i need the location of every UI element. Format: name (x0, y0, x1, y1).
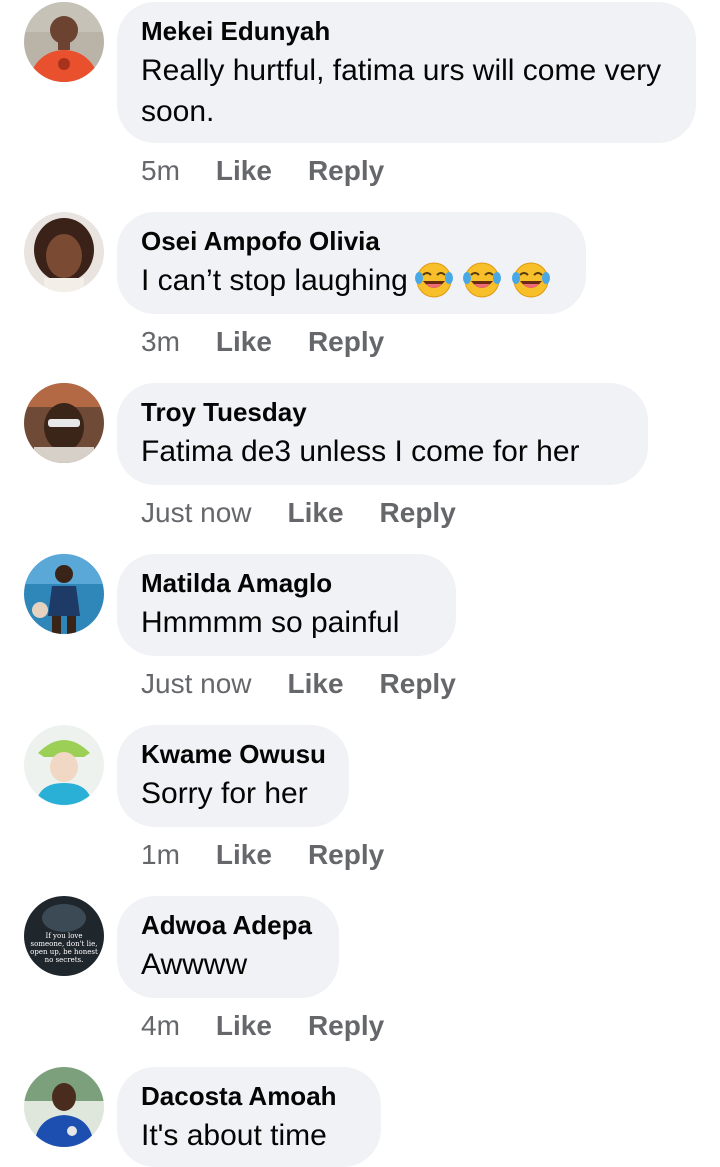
comment-meta: 3m Like Reply (141, 326, 420, 358)
comment-text: Hmmmm so painful (141, 606, 400, 639)
comment-bubble: Kwame Owusu Sorry for her (117, 725, 349, 827)
avatar[interactable] (24, 212, 104, 292)
comment-timestamp[interactable]: Just now (141, 668, 252, 700)
comment-text: Awwww (141, 948, 248, 981)
comment-bubble: Matilda Amaglo Hmmmm so painful (117, 554, 456, 656)
face-with-tears-of-joy-icon (511, 262, 550, 298)
avatar[interactable]: If you love someone, don't lie, open up,… (24, 896, 104, 976)
svg-text:open up, be honest: open up, be honest (30, 948, 98, 956)
like-button[interactable]: Like (288, 497, 344, 529)
comment-text: It's about time (141, 1119, 327, 1152)
comment-bubble: Dacosta Amoah It's about time (117, 1067, 381, 1167)
reply-button[interactable]: Reply (380, 668, 456, 700)
emoji-group (414, 258, 551, 300)
like-button[interactable]: Like (216, 326, 272, 358)
face-with-tears-of-joy-icon (414, 262, 453, 298)
comment-author[interactable]: Adwoa Adepa (141, 910, 315, 940)
reply-button[interactable]: Reply (308, 1010, 384, 1042)
comment-author[interactable]: Matilda Amaglo (141, 568, 432, 598)
reply-button[interactable]: Reply (308, 839, 384, 871)
avatar[interactable] (24, 725, 104, 805)
comment-meta: Just now Like Reply (141, 497, 492, 529)
like-button[interactable]: Like (216, 155, 272, 187)
comment-bubble: Osei Ampofo Olivia I can’t stop laughing (117, 212, 586, 314)
comment-author[interactable]: Kwame Owusu (141, 739, 326, 769)
reply-button[interactable]: Reply (308, 155, 384, 187)
svg-text:someone, don't lie,: someone, don't lie, (31, 940, 98, 948)
avatar[interactable] (24, 1067, 104, 1147)
comment-bubble: Troy Tuesday Fatima de3 unless I come fo… (117, 383, 648, 485)
comment-bubble: Mekei Edunyah Really hurtful, fatima urs… (117, 2, 696, 143)
comment-text: Fatima de3 unless I come for her (141, 435, 580, 468)
comment-author[interactable]: Osei Ampofo Olivia (141, 226, 562, 256)
comment-meta: 4m Like Reply (141, 1010, 420, 1042)
svg-text:If you love: If you love (45, 932, 82, 940)
comment-timestamp[interactable]: Just now (141, 497, 252, 529)
comment-timestamp[interactable]: 5m (141, 155, 180, 187)
comment-author[interactable]: Troy Tuesday (141, 397, 624, 427)
comment-author[interactable]: Dacosta Amoah (141, 1081, 357, 1111)
comment-text: I can’t stop laughing (141, 260, 562, 301)
avatar[interactable] (24, 554, 104, 634)
face-with-tears-of-joy-icon (463, 262, 502, 298)
comment-meta: 5m Like Reply (141, 155, 420, 187)
svg-text:no secrets.: no secrets. (45, 956, 84, 964)
comment-timestamp[interactable]: 1m (141, 839, 180, 871)
comment-bubble: Adwoa Adepa Awwww (117, 896, 339, 998)
comment-text: Sorry for her (141, 777, 308, 810)
like-button[interactable]: Like (216, 839, 272, 871)
comment-text: Really hurtful, fatima urs will come ver… (141, 54, 662, 128)
reply-button[interactable]: Reply (380, 497, 456, 529)
reply-button[interactable]: Reply (308, 326, 384, 358)
avatar[interactable] (24, 2, 104, 82)
comment-timestamp[interactable]: 3m (141, 326, 180, 358)
comment-timestamp[interactable]: 4m (141, 1010, 180, 1042)
comment-text-content: I can’t stop laughing (141, 264, 408, 297)
avatar[interactable] (24, 383, 104, 463)
comment-meta: Just now Like Reply (141, 668, 492, 700)
comment-author[interactable]: Mekei Edunyah (141, 16, 672, 46)
comment-meta: 1m Like Reply (141, 839, 420, 871)
like-button[interactable]: Like (216, 1010, 272, 1042)
like-button[interactable]: Like (288, 668, 344, 700)
